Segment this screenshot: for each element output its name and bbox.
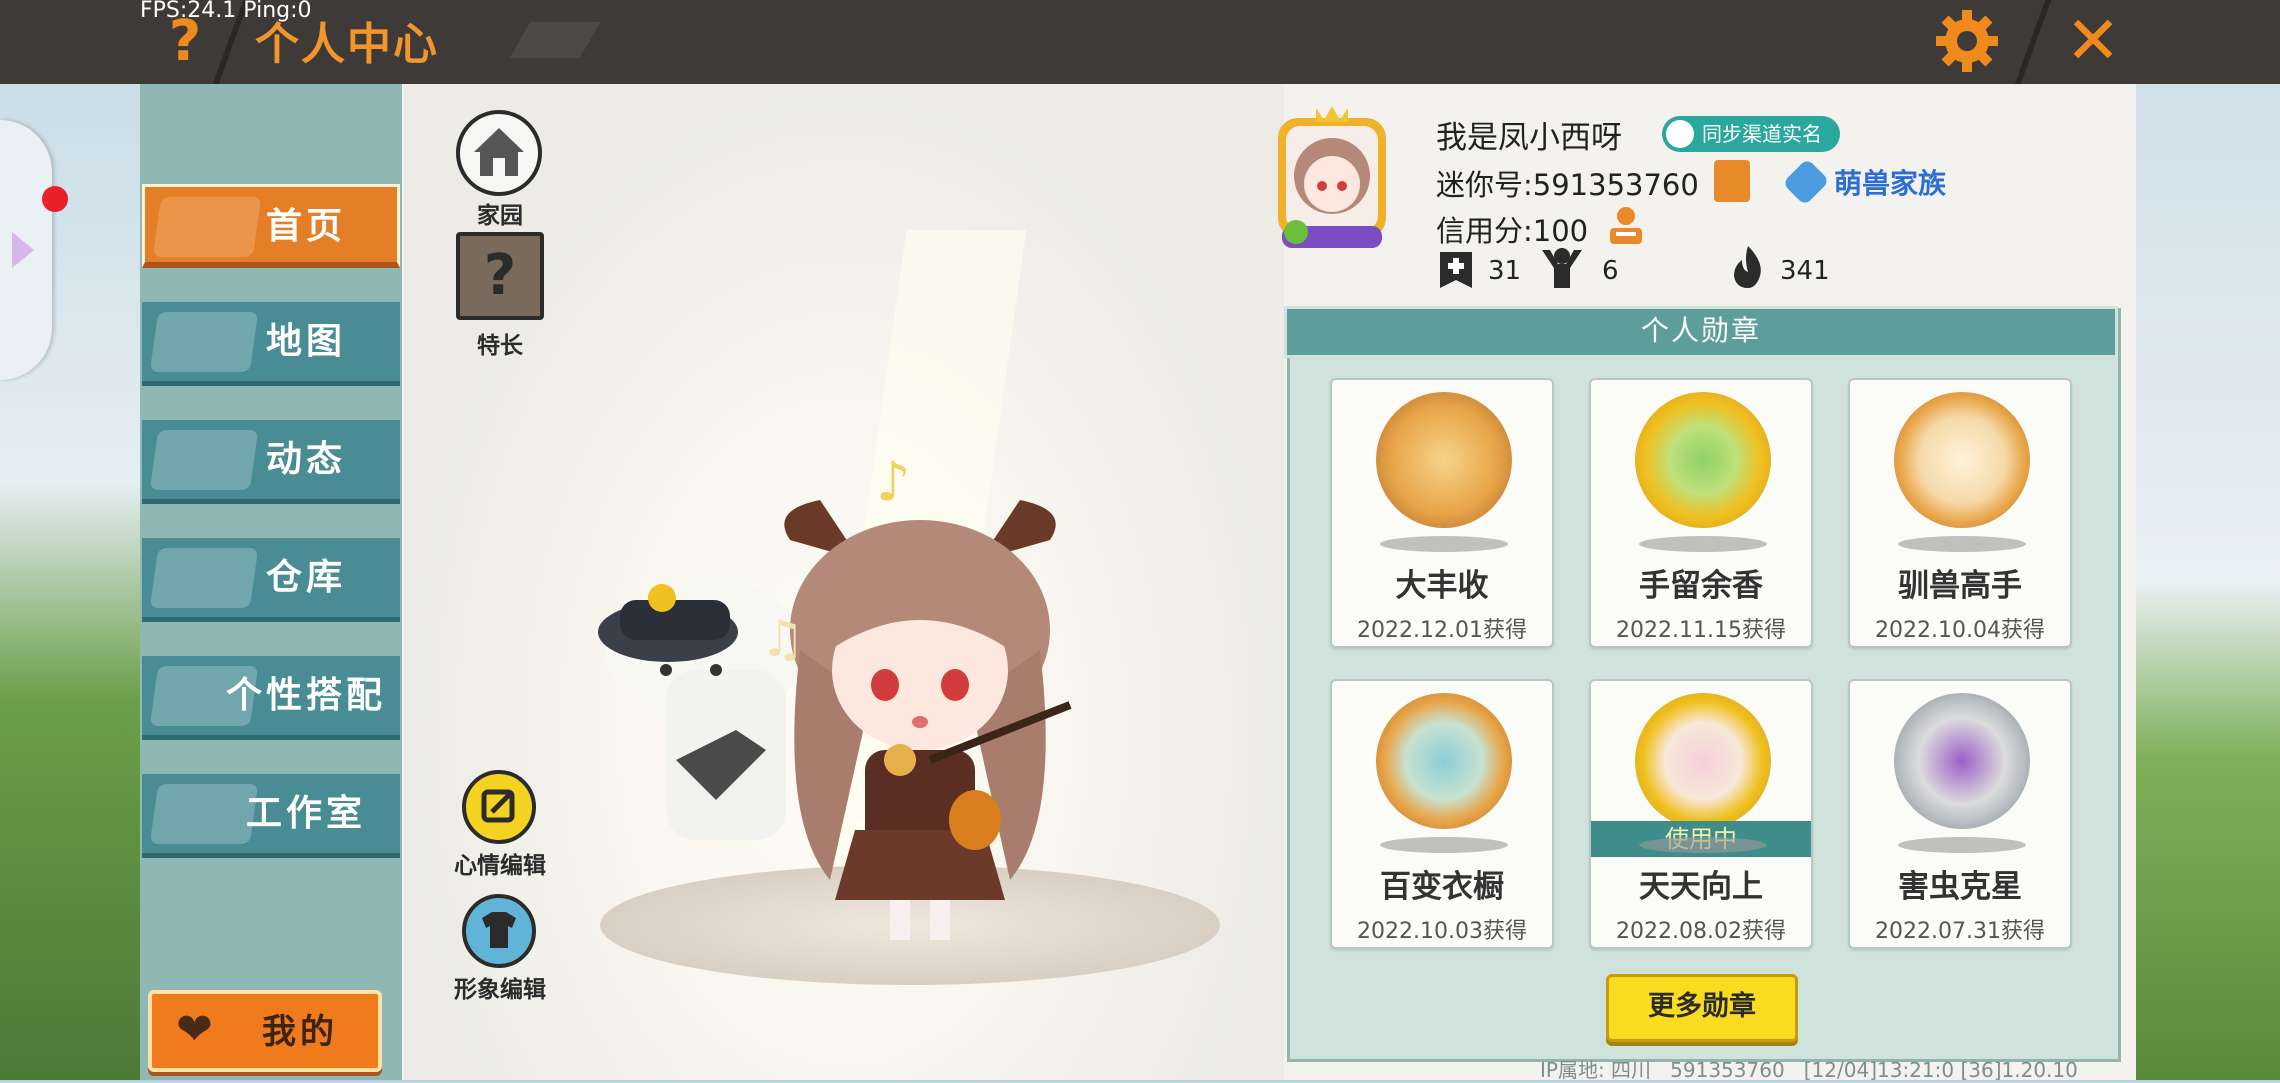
- medal-shadow: [1898, 837, 2026, 853]
- footer-version: [36]1.20.10: [1960, 1058, 2078, 1082]
- settings-button[interactable]: [1932, 6, 2002, 76]
- nav-label: 仓库: [265, 557, 346, 598]
- medal-fragrance-icon: [1635, 392, 1771, 528]
- close-button[interactable]: ✕: [2058, 6, 2128, 76]
- medal-name: 手留余香: [1639, 568, 1763, 604]
- fire-count: 341: [1780, 256, 1830, 286]
- credit-info-icon[interactable]: [1606, 204, 1646, 248]
- fans-icon: [1542, 248, 1582, 288]
- debug-readout: FPS:24.1 Ping:0: [140, 0, 312, 23]
- medal-date: 2022.11.15获得: [1616, 618, 1786, 643]
- mood-edit-button[interactable]: [462, 770, 536, 844]
- question-icon: ?: [483, 243, 517, 308]
- profile-avatar[interactable]: [1272, 104, 1392, 254]
- medal-shadow: [1639, 536, 1767, 552]
- medal-name: 大丰收: [1395, 568, 1489, 604]
- add-icon: [1440, 252, 1472, 288]
- medal-name: 驯兽高手: [1898, 568, 2022, 604]
- heart-icon: ❤: [176, 1004, 213, 1055]
- close-icon: ✕: [2065, 2, 2121, 79]
- fans-count: 6: [1602, 256, 1619, 286]
- medal-date: 2022.12.01获得: [1357, 618, 1527, 643]
- player-avatar[interactable]: [760, 500, 1080, 960]
- medal-shadow: [1639, 837, 1767, 853]
- real-name-badge[interactable]: 同步渠道实名: [1662, 116, 1840, 152]
- medal-card[interactable]: 害虫克星 2022.07.31获得: [1848, 679, 2072, 949]
- expand-arrow-icon: [12, 232, 34, 268]
- nav-label: 地图: [265, 321, 346, 362]
- medal-card[interactable]: 大丰收 2022.12.01获得: [1330, 378, 1554, 648]
- medal-name: 百变衣橱: [1380, 869, 1504, 905]
- real-name-label: 同步渠道实名: [1702, 122, 1822, 146]
- medal-card[interactable]: 使用中 天天向上 2022.08.02获得: [1589, 679, 1813, 949]
- medal-card[interactable]: 百变衣橱 2022.10.03获得: [1330, 679, 1554, 949]
- home-button[interactable]: [456, 110, 542, 196]
- edit-icon: [481, 789, 515, 823]
- nav-item-home[interactable]: 首页: [142, 184, 400, 268]
- music-note-icon: ♪: [876, 450, 911, 513]
- avatar-edit-label: 形象编辑: [454, 977, 546, 1003]
- medals-title: 个人勋章: [1284, 306, 2118, 358]
- nav-label: 工作室: [245, 793, 366, 834]
- medal-card[interactable]: 驯兽高手 2022.10.04获得: [1848, 378, 2072, 648]
- nav-item-feed[interactable]: 动态: [142, 420, 400, 504]
- medal-progress-icon: [1635, 693, 1771, 829]
- ip-location: IP属地: 四川: [1540, 1058, 1652, 1082]
- family-link[interactable]: 萌兽家族: [1834, 162, 1946, 202]
- credit-score: 信用分:100: [1436, 214, 1589, 248]
- my-button[interactable]: ❤ 我的: [148, 990, 382, 1072]
- medal-date: 2022.08.02获得: [1616, 919, 1786, 944]
- fps-text: FPS:24.1: [140, 0, 237, 23]
- username: 我是凤小西呀: [1436, 120, 1622, 156]
- medal-date: 2022.10.04获得: [1875, 618, 2045, 643]
- nav-item-storage[interactable]: 仓库: [142, 538, 400, 622]
- nav-item-studio[interactable]: 工作室: [142, 774, 400, 858]
- scene-background-right: [2135, 84, 2280, 1080]
- medal-name: 害虫克星: [1898, 869, 2022, 905]
- gear-icon: [1936, 10, 1998, 72]
- nav-label: 首页: [265, 206, 346, 247]
- footer-time: [12/04]13:21:0: [1803, 1058, 1955, 1082]
- medal-date: 2022.07.31获得: [1875, 919, 2045, 944]
- home-label: 家园: [477, 203, 523, 229]
- adds-count: 31: [1488, 256, 1522, 286]
- nav-label: 个性搭配: [225, 675, 386, 716]
- my-label: 我的: [262, 1012, 338, 1052]
- medal-harvest-icon: [1376, 392, 1512, 528]
- medal-date: 2022.10.03获得: [1357, 919, 1527, 944]
- nav-item-map[interactable]: 地图: [142, 302, 400, 386]
- medal-shadow: [1380, 536, 1508, 552]
- nav-item-outfit[interactable]: 个性搭配: [142, 656, 400, 740]
- mood-edit-label: 心情编辑: [454, 853, 546, 879]
- medal-tamer-icon: [1894, 392, 2030, 528]
- shirt-icon: [482, 912, 516, 948]
- notification-dot: [42, 186, 68, 212]
- side-float-tab[interactable]: [0, 120, 52, 380]
- skill-label: 特长: [477, 333, 523, 359]
- ping-text: Ping:0: [243, 0, 312, 23]
- medal-shadow: [1898, 536, 2026, 552]
- user-icon: [1666, 120, 1694, 148]
- skill-button[interactable]: ?: [456, 232, 544, 320]
- medal-card[interactable]: 手留余香 2022.11.15获得: [1589, 378, 1813, 648]
- mini-id: 迷你号:591353760: [1436, 168, 1699, 202]
- copy-icon[interactable]: [1714, 160, 1750, 202]
- medal-shadow: [1380, 837, 1508, 853]
- footer-uid: 591353760: [1670, 1058, 1785, 1082]
- medal-wardrobe-icon: [1376, 693, 1512, 829]
- medal-name: 天天向上: [1639, 869, 1763, 905]
- music-note-icon: ♫: [760, 610, 805, 668]
- fire-icon: [1734, 246, 1761, 288]
- avatar-edit-button[interactable]: [462, 894, 536, 968]
- medal-pest-icon: [1894, 693, 2030, 829]
- more-medals-button[interactable]: 更多勋章: [1606, 974, 1798, 1042]
- house-icon: [474, 128, 524, 176]
- footer-info: IP属地: 四川 591353760 [12/04]13:21:0 [36]1.…: [1540, 1054, 2078, 1083]
- nav-label: 动态: [265, 439, 346, 480]
